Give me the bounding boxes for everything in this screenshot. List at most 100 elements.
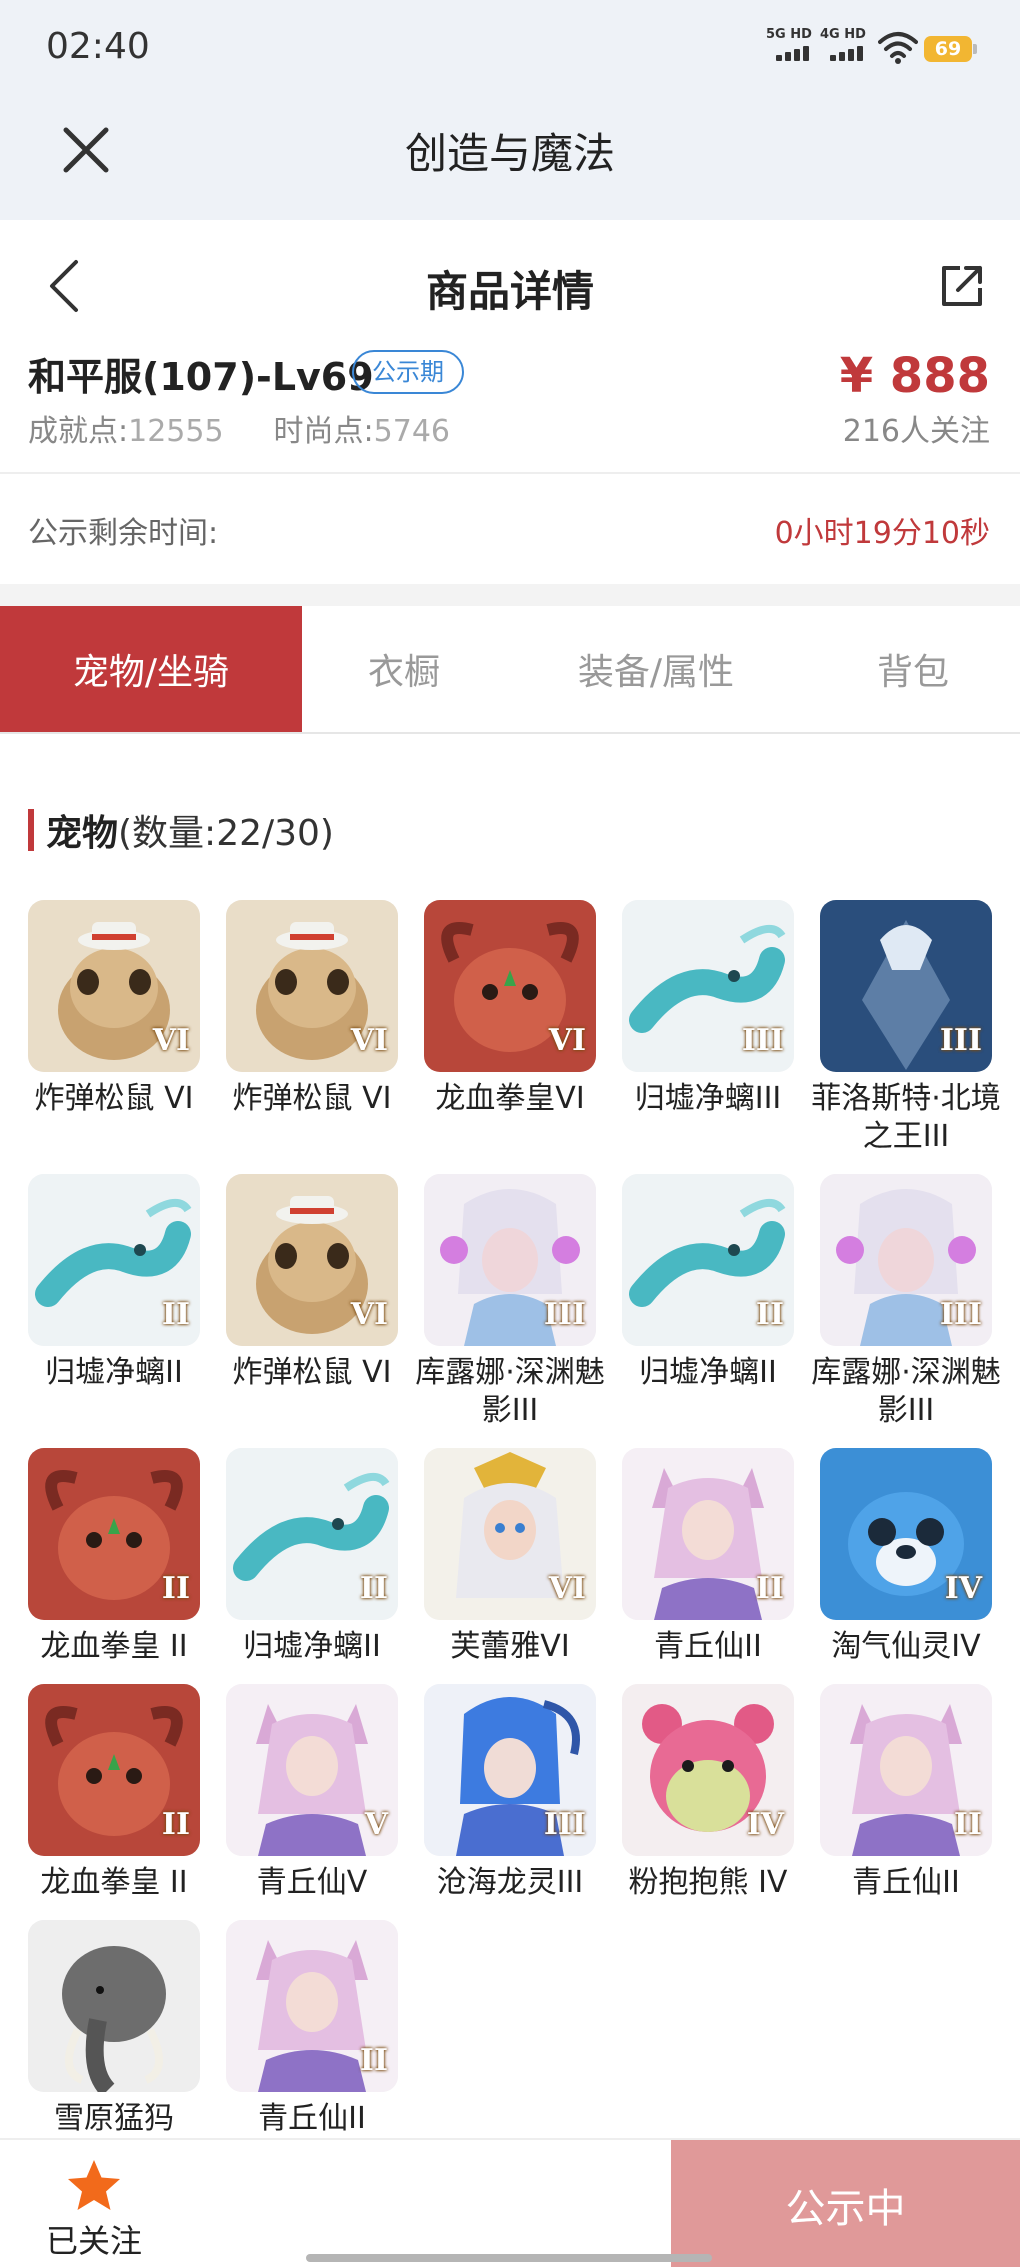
pet-card[interactable]: II 归墟净螭II xyxy=(226,1448,398,1666)
fox-fairy-icon: II xyxy=(622,1448,794,1620)
pet-card[interactable]: 雪原猛犸 xyxy=(28,1920,200,2138)
pet-name: 归墟净螭II xyxy=(639,1355,777,1390)
pet-level-badge: II xyxy=(953,1807,982,1842)
app-header xyxy=(0,0,1020,220)
pet-name: 沧海龙灵III xyxy=(436,1865,584,1900)
pet-level-badge: VI xyxy=(350,1023,388,1058)
pet-card[interactable]: III 库露娜·深渊魅影III xyxy=(811,1174,1001,1430)
section-separator xyxy=(0,584,1020,606)
pet-card[interactable]: V 青丘仙V xyxy=(226,1684,398,1902)
pet-card[interactable]: VI 炸弹松鼠 VI xyxy=(226,900,398,1118)
teal-dragon-icon: II xyxy=(226,1448,398,1620)
fashion-label: 时尚点: xyxy=(273,414,374,449)
squirrel-icon: VI xyxy=(226,1174,398,1346)
pet-name: 归墟净螭III xyxy=(634,1081,782,1116)
fox-fairy-icon: II xyxy=(820,1684,992,1856)
pet-level-badge: III xyxy=(939,1297,982,1332)
sea-dragon-spirit-icon: III xyxy=(424,1684,596,1856)
pet-level-badge: III xyxy=(939,1023,982,1058)
pet-card[interactable]: III 菲洛斯特·北境之王III xyxy=(811,900,1001,1156)
section-accent-bar xyxy=(28,809,34,851)
abyss-phantom-icon: III xyxy=(820,1174,992,1346)
pet-level-badge: VI xyxy=(548,1023,586,1058)
pets-section-header: 宠物 (数量:22/30) xyxy=(28,808,334,854)
pet-card[interactable]: III 库露娜·深渊魅影III xyxy=(415,1174,605,1430)
pet-name: 龙血拳皇VI xyxy=(435,1081,585,1116)
tab-pets-mounts[interactable]: 宠物/坐骑 xyxy=(0,606,302,732)
pet-level-badge: V xyxy=(364,1807,388,1842)
pet-name: 淘气仙灵IV xyxy=(831,1629,981,1664)
pet-name: 青丘仙II xyxy=(654,1629,762,1664)
account-name: 和平服(107)-Lv69 xyxy=(28,355,374,399)
follower-count: 216人关注 xyxy=(842,414,990,449)
tab-backpack[interactable]: 背包 xyxy=(806,606,1020,732)
divider xyxy=(0,472,1020,474)
pet-level-badge: III xyxy=(543,1807,586,1842)
pet-name: 库露娜·深渊魅影III xyxy=(811,1355,1001,1428)
pet-name: 归墟净螭II xyxy=(243,1629,381,1664)
pet-level-badge: VI xyxy=(152,1023,190,1058)
pet-card[interactable]: IV 淘气仙灵IV xyxy=(820,1448,992,1666)
pet-card[interactable]: II 青丘仙II xyxy=(622,1448,794,1666)
signal-label-1: 5G HD xyxy=(766,27,812,42)
pet-name: 炸弹松鼠 VI xyxy=(232,1081,392,1116)
remaining-time-value: 0小时19分10秒 xyxy=(774,516,990,551)
pet-card[interactable]: II 龙血拳皇 II xyxy=(28,1684,200,1902)
star-icon[interactable] xyxy=(66,2158,122,2212)
pets-section-count: (数量:22/30) xyxy=(118,813,334,854)
pet-card[interactable]: II 归墟净螭II xyxy=(28,1174,200,1392)
bottom-bar: 已关注 公示中 xyxy=(0,2138,1020,2267)
pet-name: 库露娜·深渊魅影III xyxy=(415,1355,605,1428)
pet-card[interactable]: VI 龙血拳皇VI xyxy=(424,900,596,1118)
fox-fairy-icon: V xyxy=(226,1684,398,1856)
pet-level-badge: II xyxy=(755,1571,784,1606)
teal-dragon-icon: II xyxy=(622,1174,794,1346)
pet-card[interactable]: III 沧海龙灵III xyxy=(424,1684,596,1902)
battery-icon: 69 xyxy=(924,36,972,62)
pet-level-badge: II xyxy=(161,1571,190,1606)
status-button[interactable]: 公示中 xyxy=(671,2140,1020,2267)
account-meta: 成就点:12555 时尚点:5746 xyxy=(28,406,450,450)
tab-wardrobe[interactable]: 衣橱 xyxy=(302,606,506,732)
pet-card[interactable]: III 归墟净螭III xyxy=(622,900,794,1118)
abyss-phantom-icon: III xyxy=(424,1174,596,1346)
pet-card[interactable]: II 青丘仙II xyxy=(820,1684,992,1902)
wifi-icon xyxy=(878,32,918,64)
dragon-blood-brawler-icon: II xyxy=(28,1448,200,1620)
pet-card[interactable]: IV 粉抱抱熊 IV xyxy=(622,1684,794,1902)
pet-level-badge: II xyxy=(161,1807,190,1842)
pink-bear-icon: IV xyxy=(622,1684,794,1856)
pet-card[interactable]: II 归墟净螭II xyxy=(622,1174,794,1392)
mammoth-icon xyxy=(28,1920,200,2092)
pet-level-badge: IV xyxy=(944,1571,982,1606)
pet-name: 青丘仙V xyxy=(256,1865,368,1900)
status-badge: 公示期 xyxy=(352,350,464,394)
price: ¥ 888 xyxy=(839,348,990,404)
battery-tip xyxy=(973,44,977,54)
pets-section-title: 宠物 xyxy=(46,813,119,854)
squirrel-icon: VI xyxy=(28,900,200,1072)
pet-card[interactable]: VI 芙蕾雅VI xyxy=(424,1448,596,1666)
pet-card[interactable]: VI 炸弹松鼠 VI xyxy=(28,900,200,1118)
follow-label[interactable]: 已关注 xyxy=(46,2216,142,2262)
pet-card[interactable]: VI 炸弹松鼠 VI xyxy=(226,1174,398,1392)
status-time: 02:40 xyxy=(46,26,150,67)
share-icon[interactable] xyxy=(938,262,986,310)
fashion-value: 5746 xyxy=(373,414,451,449)
teal-dragon-icon: II xyxy=(28,1174,200,1346)
pet-name: 芙蕾雅VI xyxy=(450,1629,570,1664)
pet-level-badge: VI xyxy=(350,1297,388,1332)
pet-name: 龙血拳皇 II xyxy=(40,1865,188,1900)
pet-level-badge: II xyxy=(359,2043,388,2078)
dragon-blood-brawler-icon: II xyxy=(28,1684,200,1856)
pet-level-badge: III xyxy=(741,1023,784,1058)
tab-bar: 宠物/坐骑 衣橱 装备/属性 背包 xyxy=(0,606,1020,734)
pet-level-badge: II xyxy=(161,1297,190,1332)
tab-equipment-attributes[interactable]: 装备/属性 xyxy=(506,606,806,732)
squirrel-icon: VI xyxy=(226,900,398,1072)
pet-card[interactable]: II 青丘仙II xyxy=(226,1920,398,2138)
pet-card[interactable]: II 龙血拳皇 II xyxy=(28,1448,200,1666)
fox-fairy-icon: II xyxy=(226,1920,398,2092)
pet-name: 炸弹松鼠 VI xyxy=(34,1081,194,1116)
pet-name: 粉抱抱熊 IV xyxy=(628,1865,788,1900)
